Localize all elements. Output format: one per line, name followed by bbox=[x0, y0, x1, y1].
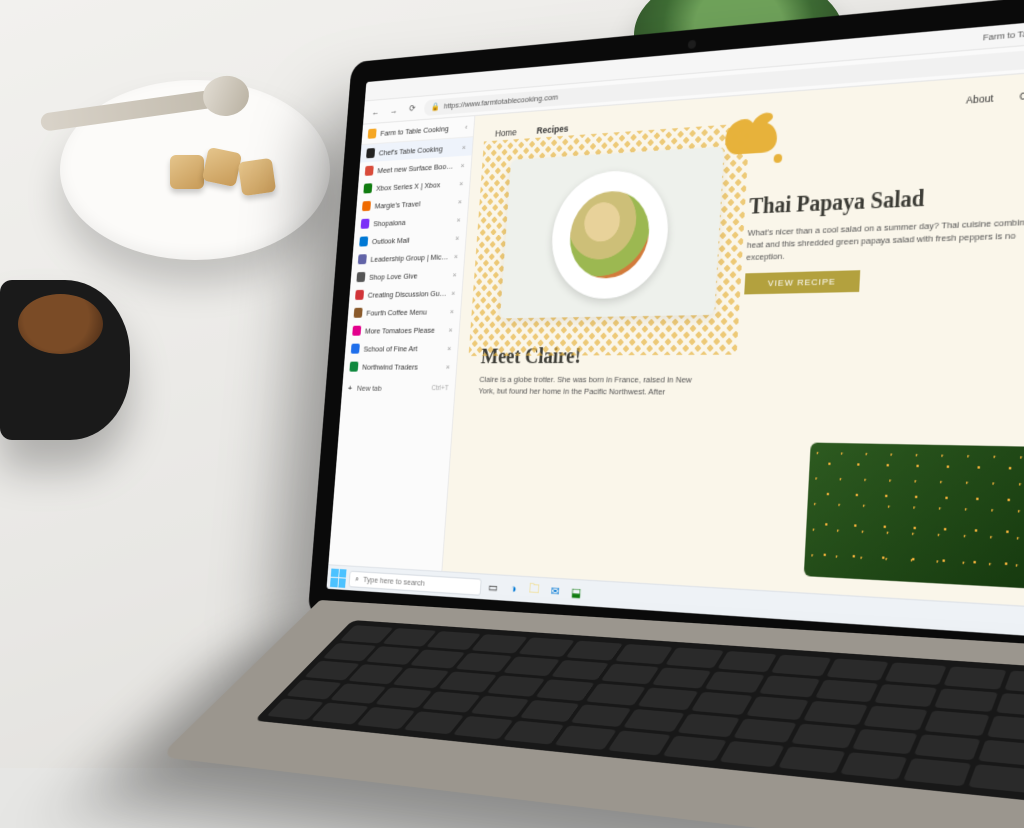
plus-icon: + bbox=[348, 384, 353, 393]
tab-favicon-icon bbox=[354, 308, 363, 318]
nav-home[interactable]: Home bbox=[495, 127, 517, 139]
hero-section: Thai Papaya Salad What's nicer than a co… bbox=[459, 105, 1024, 342]
tab-item[interactable]: Northwind Traders × bbox=[343, 357, 457, 376]
new-tab-label: New tab bbox=[357, 384, 382, 393]
tab-close-icon[interactable]: × bbox=[455, 233, 460, 242]
tab-close-icon[interactable]: × bbox=[458, 197, 463, 206]
tab-favicon-icon bbox=[365, 166, 374, 176]
tab-label: Shop Love Give bbox=[369, 270, 449, 281]
nav-recipes[interactable]: Recipes bbox=[536, 123, 569, 136]
tab-favicon-icon bbox=[352, 326, 361, 336]
store-icon[interactable]: ⬓ bbox=[567, 582, 586, 603]
keyboard bbox=[254, 620, 1024, 801]
tab-label: Xbox Series X | Xbox bbox=[376, 179, 455, 192]
site-favicon-icon bbox=[368, 128, 377, 138]
tab-close-icon[interactable]: × bbox=[450, 306, 455, 315]
tab-close-icon[interactable]: × bbox=[454, 251, 459, 260]
lock-icon: 🔒 bbox=[431, 102, 440, 112]
new-tab-shortcut: Ctrl+T bbox=[431, 385, 448, 392]
tab-label: Northwind Traders bbox=[362, 362, 442, 371]
tab-item[interactable]: Fourth Coffee Menu × bbox=[347, 302, 460, 322]
tab-item[interactable]: School of Fine Art × bbox=[345, 339, 459, 358]
tab-close-icon[interactable]: × bbox=[446, 362, 451, 371]
edge-icon[interactable]: ◑ bbox=[504, 579, 522, 600]
coffee-mug-prop bbox=[0, 280, 130, 440]
tab-close-icon[interactable]: × bbox=[447, 343, 452, 352]
tab-close-icon[interactable]: × bbox=[459, 178, 464, 187]
meet-blurb: Claire is a globe trotter. She was born … bbox=[478, 374, 700, 399]
laptop-screen: Farm to Table Cooking ← → ⟳ 🔒 https://ww… bbox=[308, 0, 1024, 676]
explorer-icon[interactable]: 🗀 bbox=[525, 580, 543, 601]
page-content: Home Recipes About Contact bbox=[442, 69, 1024, 608]
tab-label: Outlook Mail bbox=[372, 233, 452, 245]
tab-item[interactable]: Creating Discussion Guidelines× bbox=[349, 283, 462, 304]
salad-illustration bbox=[567, 189, 651, 279]
sugar-cube bbox=[170, 155, 204, 189]
back-button[interactable]: ← bbox=[368, 103, 382, 120]
tab-favicon-icon bbox=[349, 362, 358, 372]
tab-label: Meet new Surface Book 3 v 15.5" bbox=[377, 161, 456, 175]
sidebar-header-label: Farm to Table Cooking bbox=[380, 124, 449, 138]
taskbar-search[interactable]: ⌕ Type here to search bbox=[349, 570, 482, 595]
tab-label: Fourth Coffee Menu bbox=[366, 307, 446, 318]
webcam bbox=[688, 40, 696, 49]
sugar-cube bbox=[238, 158, 276, 196]
hero-image bbox=[500, 146, 724, 318]
tab-close-icon[interactable]: × bbox=[462, 142, 467, 151]
laptop: Farm to Table Cooking ← → ⟳ 🔒 https://ww… bbox=[330, 55, 1024, 828]
recipe-title: Thai Papaya Salad bbox=[748, 180, 1024, 220]
tab-favicon-icon bbox=[359, 236, 368, 246]
desk-scene: Farm to Table Cooking ← → ⟳ 🔒 https://ww… bbox=[0, 0, 1024, 768]
window-title: Farm to Table Cooking bbox=[983, 24, 1024, 43]
recipe-blurb: What's nicer than a cool salad on a summ… bbox=[746, 214, 1024, 264]
taskbar-search-placeholder: Type here to search bbox=[363, 575, 425, 588]
nav-contact[interactable]: Contact bbox=[1019, 88, 1024, 102]
tab-item[interactable]: More Tomatoes Please× bbox=[346, 320, 460, 340]
tab-label: Margie's Travel bbox=[374, 197, 453, 210]
start-button[interactable] bbox=[330, 568, 347, 587]
tab-label: Creating Discussion Guidelines bbox=[368, 288, 448, 299]
tab-label: Shopalona bbox=[373, 215, 453, 228]
tab-favicon-icon bbox=[356, 272, 365, 282]
tab-favicon-icon bbox=[366, 148, 375, 158]
hero-image-frame bbox=[482, 137, 734, 337]
tab-favicon-icon bbox=[358, 254, 367, 264]
refresh-button[interactable]: ⟳ bbox=[405, 100, 420, 117]
tab-close-icon[interactable]: × bbox=[452, 270, 457, 279]
new-tab-button[interactable]: + New tab Ctrl+T bbox=[341, 378, 455, 400]
tab-favicon-icon bbox=[362, 201, 371, 211]
tab-close-icon[interactable]: × bbox=[448, 325, 453, 334]
tab-favicon-icon bbox=[351, 344, 360, 354]
tab-label: School of Fine Art bbox=[363, 343, 443, 353]
view-recipe-button[interactable]: VIEW RECIPE bbox=[744, 270, 861, 294]
garden-image bbox=[804, 443, 1024, 590]
tab-close-icon[interactable]: × bbox=[451, 288, 456, 297]
dish-plate bbox=[548, 168, 671, 300]
display: Farm to Table Cooking ← → ⟳ 🔒 https://ww… bbox=[326, 17, 1024, 638]
task-view-icon[interactable]: ▭ bbox=[484, 577, 502, 597]
forward-button[interactable]: → bbox=[387, 102, 402, 119]
search-icon: ⌕ bbox=[355, 574, 360, 585]
nav-about[interactable]: About bbox=[966, 92, 994, 106]
tab-close-icon[interactable]: × bbox=[460, 160, 465, 169]
tab-label: More Tomatoes Please bbox=[365, 325, 445, 335]
chevron-left-icon[interactable]: ‹ bbox=[465, 122, 468, 131]
mail-icon[interactable]: ✉ bbox=[546, 581, 565, 602]
tab-favicon-icon bbox=[361, 219, 370, 229]
sugar-cube bbox=[202, 147, 242, 187]
tab-close-icon[interactable]: × bbox=[456, 215, 461, 224]
browser-body: Farm to Table Cooking ‹ Chef's Table Coo… bbox=[328, 69, 1024, 608]
tab-favicon-icon bbox=[355, 290, 364, 300]
tab-label: Leadership Group | Microsoft bbox=[370, 252, 450, 264]
url-text: https://www.farmtotablecooking.com bbox=[444, 92, 559, 110]
tab-label: Chef's Table Cooking bbox=[379, 143, 458, 157]
tab-favicon-icon bbox=[363, 183, 372, 193]
